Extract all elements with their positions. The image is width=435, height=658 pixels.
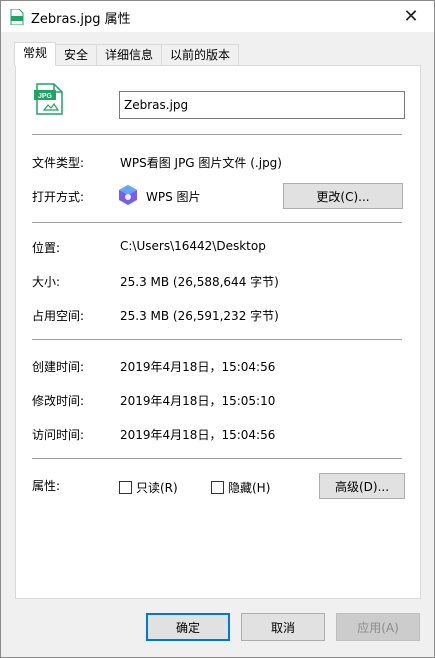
tab-details[interactable]: 详细信息	[96, 44, 163, 66]
file-name-input[interactable]	[119, 91, 405, 119]
cancel-button[interactable]: 取消	[241, 613, 325, 641]
wps-picture-icon	[119, 185, 137, 205]
general-tab-panel: JPG 文件类型: WPS看图 JPG 图片文件 (.jpg) 打开方式: WP…	[15, 65, 421, 599]
tab-strip: 常规 安全 详细信息 以前的版本	[14, 42, 240, 66]
separator	[32, 339, 402, 340]
advanced-button[interactable]: 高级(D)...	[319, 473, 405, 499]
size-on-disk-value: 25.3 MB (26,591,232 字节)	[120, 309, 279, 323]
location-value: C:\Users\16442\Desktop	[120, 239, 266, 253]
accessed-label: 访问时间:	[32, 428, 85, 442]
readonly-checkbox[interactable]	[119, 481, 132, 494]
hidden-checkbox[interactable]	[211, 481, 224, 494]
open-with-value: WPS 图片	[146, 190, 201, 204]
window-title: Zebras.jpg 属性	[31, 12, 131, 27]
attributes-label: 属性:	[32, 479, 61, 493]
modified-value: 2019年4月18日，15:05:10	[120, 394, 276, 408]
readonly-checkbox-row[interactable]: 只读(R)	[119, 479, 178, 496]
separator	[32, 458, 402, 459]
separator	[32, 222, 402, 223]
location-label: 位置:	[32, 241, 61, 255]
hidden-checkbox-row[interactable]: 隐藏(H)	[211, 479, 270, 496]
jpg-file-icon	[10, 9, 24, 25]
file-type-value: WPS看图 JPG 图片文件 (.jpg)	[120, 156, 282, 170]
jpg-icon-label: JPG	[38, 93, 53, 100]
separator	[32, 134, 402, 135]
open-with-label: 打开方式:	[32, 190, 85, 204]
created-label: 创建时间:	[32, 360, 85, 374]
created-value: 2019年4月18日，15:04:56	[120, 360, 276, 374]
jpg-large-icon: JPG	[34, 83, 63, 115]
properties-dialog: Zebras.jpg 属性 ✕ 常规 安全 详细信息 以前的版本 JPG 文件类…	[0, 0, 435, 658]
close-icon: ✕	[403, 6, 419, 27]
tab-previous-versions[interactable]: 以前的版本	[161, 44, 240, 66]
file-type-label: 文件类型:	[32, 156, 85, 170]
close-button[interactable]: ✕	[388, 1, 434, 32]
title-bar[interactable]: Zebras.jpg 属性 ✕	[1, 1, 434, 32]
accessed-value: 2019年4月18日，15:04:56	[120, 428, 276, 442]
tab-security[interactable]: 安全	[55, 44, 98, 66]
modified-label: 修改时间:	[32, 394, 85, 408]
readonly-label: 只读(R)	[136, 481, 178, 495]
apply-button[interactable]: 应用(A)	[336, 613, 420, 641]
ok-button[interactable]: 确定	[146, 613, 230, 641]
size-on-disk-label: 占用空间:	[32, 309, 85, 323]
hidden-label: 隐藏(H)	[228, 481, 271, 495]
change-button[interactable]: 更改(C)...	[283, 183, 403, 209]
tab-general[interactable]: 常规	[14, 42, 57, 66]
size-label: 大小:	[32, 275, 61, 289]
size-value: 25.3 MB (26,588,644 字节)	[120, 275, 279, 289]
